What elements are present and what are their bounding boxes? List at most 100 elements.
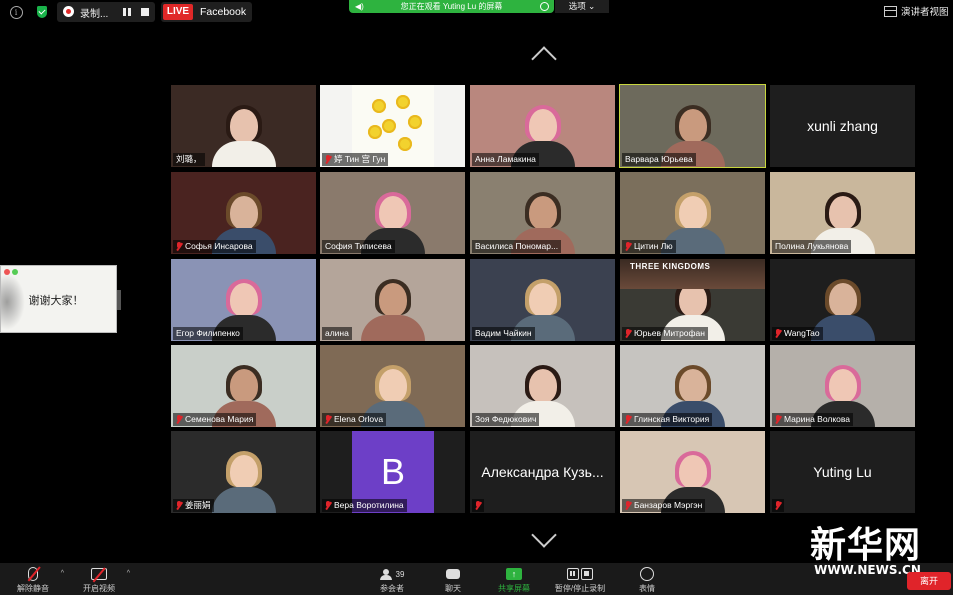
participant-video bbox=[208, 103, 280, 167]
participant-tile[interactable]: xunli zhang bbox=[770, 85, 915, 167]
person-body bbox=[211, 487, 276, 513]
participant-name-placeholder: Yuting Lu bbox=[813, 464, 872, 480]
mic-muted-icon bbox=[325, 415, 331, 424]
participant-tile[interactable]: Yuting Lu bbox=[770, 431, 915, 513]
chat-button[interactable]: 聊天 bbox=[426, 565, 480, 595]
video-options-caret-icon[interactable]: ^ bbox=[127, 570, 130, 577]
stop-recording-icon[interactable] bbox=[141, 8, 149, 16]
chat-icon bbox=[446, 569, 460, 579]
participant-name: Полина Лукьянова bbox=[775, 241, 849, 251]
xinhua-logo-watermark: 新华网 bbox=[809, 525, 921, 566]
share-screen-icon: ↑ bbox=[506, 568, 522, 580]
leave-meeting-button[interactable]: 离开 bbox=[907, 572, 951, 590]
share-screen-button[interactable]: ↑ 共享屏幕 bbox=[487, 565, 541, 595]
thumbnail-drag-handle[interactable] bbox=[117, 290, 121, 310]
participant-name-label: Варвара Юрьева bbox=[622, 153, 696, 166]
person-face bbox=[229, 369, 258, 403]
participant-tile[interactable]: Егор Филипенко bbox=[171, 259, 316, 341]
person-face bbox=[229, 455, 258, 489]
reactions-label: 表情 bbox=[639, 584, 655, 593]
participant-tile[interactable]: THREE KINGDOMS Юрьев Митрофан bbox=[620, 259, 765, 341]
reactions-button[interactable]: 表情 bbox=[620, 565, 674, 595]
speaker-icon: ◀) bbox=[355, 2, 364, 11]
mic-muted-icon bbox=[176, 415, 182, 424]
live-stream-indicator[interactable]: LIVE Facebook bbox=[161, 2, 252, 22]
daffodil-flower bbox=[382, 119, 396, 133]
participant-name: Зоя Федюкович bbox=[475, 414, 537, 424]
participant-tile[interactable]: Зоя Федюкович bbox=[470, 345, 615, 427]
participant-tile[interactable]: Варвара Юрьева bbox=[619, 84, 766, 168]
participant-tile[interactable]: Александра Кузь... bbox=[470, 431, 615, 513]
participant-name-label: Анна Ламакина bbox=[472, 153, 539, 166]
share-banner-text: 您正在观看 Yuting Lu 的屏幕 bbox=[400, 2, 503, 11]
participant-tile[interactable]: 刘璐， bbox=[171, 85, 316, 167]
game-banner-overlay: THREE KINGDOMS bbox=[620, 259, 765, 289]
daffodil-flower bbox=[398, 137, 412, 151]
participant-name-label: София Типисева bbox=[322, 240, 395, 253]
participant-name: Вадим Чайкин bbox=[475, 328, 532, 338]
unmute-button[interactable]: 解除静音 ^ bbox=[6, 565, 64, 595]
share-screen-label: 共享屏幕 bbox=[498, 584, 530, 593]
participant-tile[interactable]: Elena Orlova bbox=[320, 345, 465, 427]
pause-recording-icon[interactable] bbox=[123, 8, 131, 16]
mic-muted-icon bbox=[775, 501, 781, 510]
participant-name: Марина Волкова bbox=[784, 414, 851, 424]
daffodil-flower bbox=[368, 125, 382, 139]
info-icon[interactable]: i bbox=[8, 3, 24, 21]
participant-tile[interactable]: 婷 Тин 宫 Гун bbox=[320, 85, 465, 167]
participant-tile[interactable]: Банзаров Мэргэн bbox=[620, 431, 765, 513]
start-video-button[interactable]: 开启视频 ^ bbox=[72, 565, 130, 595]
participant-name-label: Василиса Пономар... bbox=[472, 240, 562, 253]
participant-name-label: Elena Orlova bbox=[322, 413, 387, 426]
pause-icon bbox=[567, 568, 579, 580]
daffodil-flower bbox=[372, 99, 386, 113]
recording-dot-icon bbox=[63, 6, 74, 17]
participant-tile[interactable]: B Вера Воротилина bbox=[320, 431, 465, 513]
participant-tile[interactable]: Полина Лукьянова bbox=[770, 172, 915, 254]
person-face bbox=[528, 369, 557, 403]
participant-tile[interactable]: Глинская Виктория bbox=[620, 345, 765, 427]
meeting-top-bar: i 录制... LIVE Facebook ◀) 您正在观看 Yuting Lu… bbox=[0, 0, 953, 24]
participant-tile[interactable]: Василиса Пономар... bbox=[470, 172, 615, 254]
participant-tile[interactable]: Вадим Чайкин bbox=[470, 259, 615, 341]
chat-label: 聊天 bbox=[445, 584, 461, 593]
participant-tile[interactable]: Цитин Лю bbox=[620, 172, 765, 254]
participant-tile[interactable]: Анна Ламакина bbox=[470, 85, 615, 167]
options-label: 选项 bbox=[568, 1, 586, 11]
participant-tile[interactable]: Семенова Мария bbox=[171, 345, 316, 427]
view-options-dropdown[interactable]: 选项 ⌄ bbox=[555, 0, 609, 13]
participant-name: Василиса Пономар... bbox=[475, 241, 559, 251]
participant-tile[interactable]: 姜丽娟 bbox=[171, 431, 316, 513]
security-shield-icon[interactable] bbox=[34, 3, 50, 21]
participant-tile[interactable]: София Типисева bbox=[320, 172, 465, 254]
recording-label: 录制... bbox=[80, 9, 109, 20]
mic-muted-icon bbox=[775, 329, 781, 338]
person-face bbox=[678, 109, 707, 143]
speaker-view-button[interactable]: 演讲者视图 bbox=[884, 4, 949, 18]
page-up-chevron-icon[interactable] bbox=[531, 46, 557, 72]
shared-screen-thumbnail[interactable]: 谢谢大家！ bbox=[0, 265, 117, 333]
person-face bbox=[828, 196, 857, 230]
person-face bbox=[378, 196, 407, 230]
participant-name-label: Цитин Лю bbox=[622, 240, 676, 253]
stop-share-icon[interactable] bbox=[540, 2, 549, 11]
participant-tile[interactable]: алина bbox=[320, 259, 465, 341]
participant-name-label: Вадим Чайкин bbox=[472, 327, 535, 340]
person-face bbox=[528, 109, 557, 143]
mic-muted-icon bbox=[625, 242, 631, 251]
person-face bbox=[378, 283, 407, 317]
person-body bbox=[211, 141, 276, 167]
person-face bbox=[378, 369, 407, 403]
speaker-view-label: 演讲者视图 bbox=[901, 7, 949, 18]
participant-name-label: Софья Инсарова bbox=[173, 240, 256, 253]
participant-tile[interactable]: Марина Волкова bbox=[770, 345, 915, 427]
participant-tile[interactable]: Софья Инсарова bbox=[171, 172, 316, 254]
pause-stop-recording-button[interactable]: 暂停/停止录制 bbox=[545, 565, 615, 595]
participant-tile[interactable]: WangTao bbox=[770, 259, 915, 341]
mic-muted-icon bbox=[625, 415, 631, 424]
mic-muted-icon bbox=[325, 501, 331, 510]
audio-options-caret-icon[interactable]: ^ bbox=[61, 570, 64, 577]
participants-button[interactable]: 39 参会者 bbox=[365, 565, 419, 595]
page-down-chevron-icon[interactable] bbox=[531, 522, 557, 548]
mic-muted-icon bbox=[625, 501, 631, 510]
